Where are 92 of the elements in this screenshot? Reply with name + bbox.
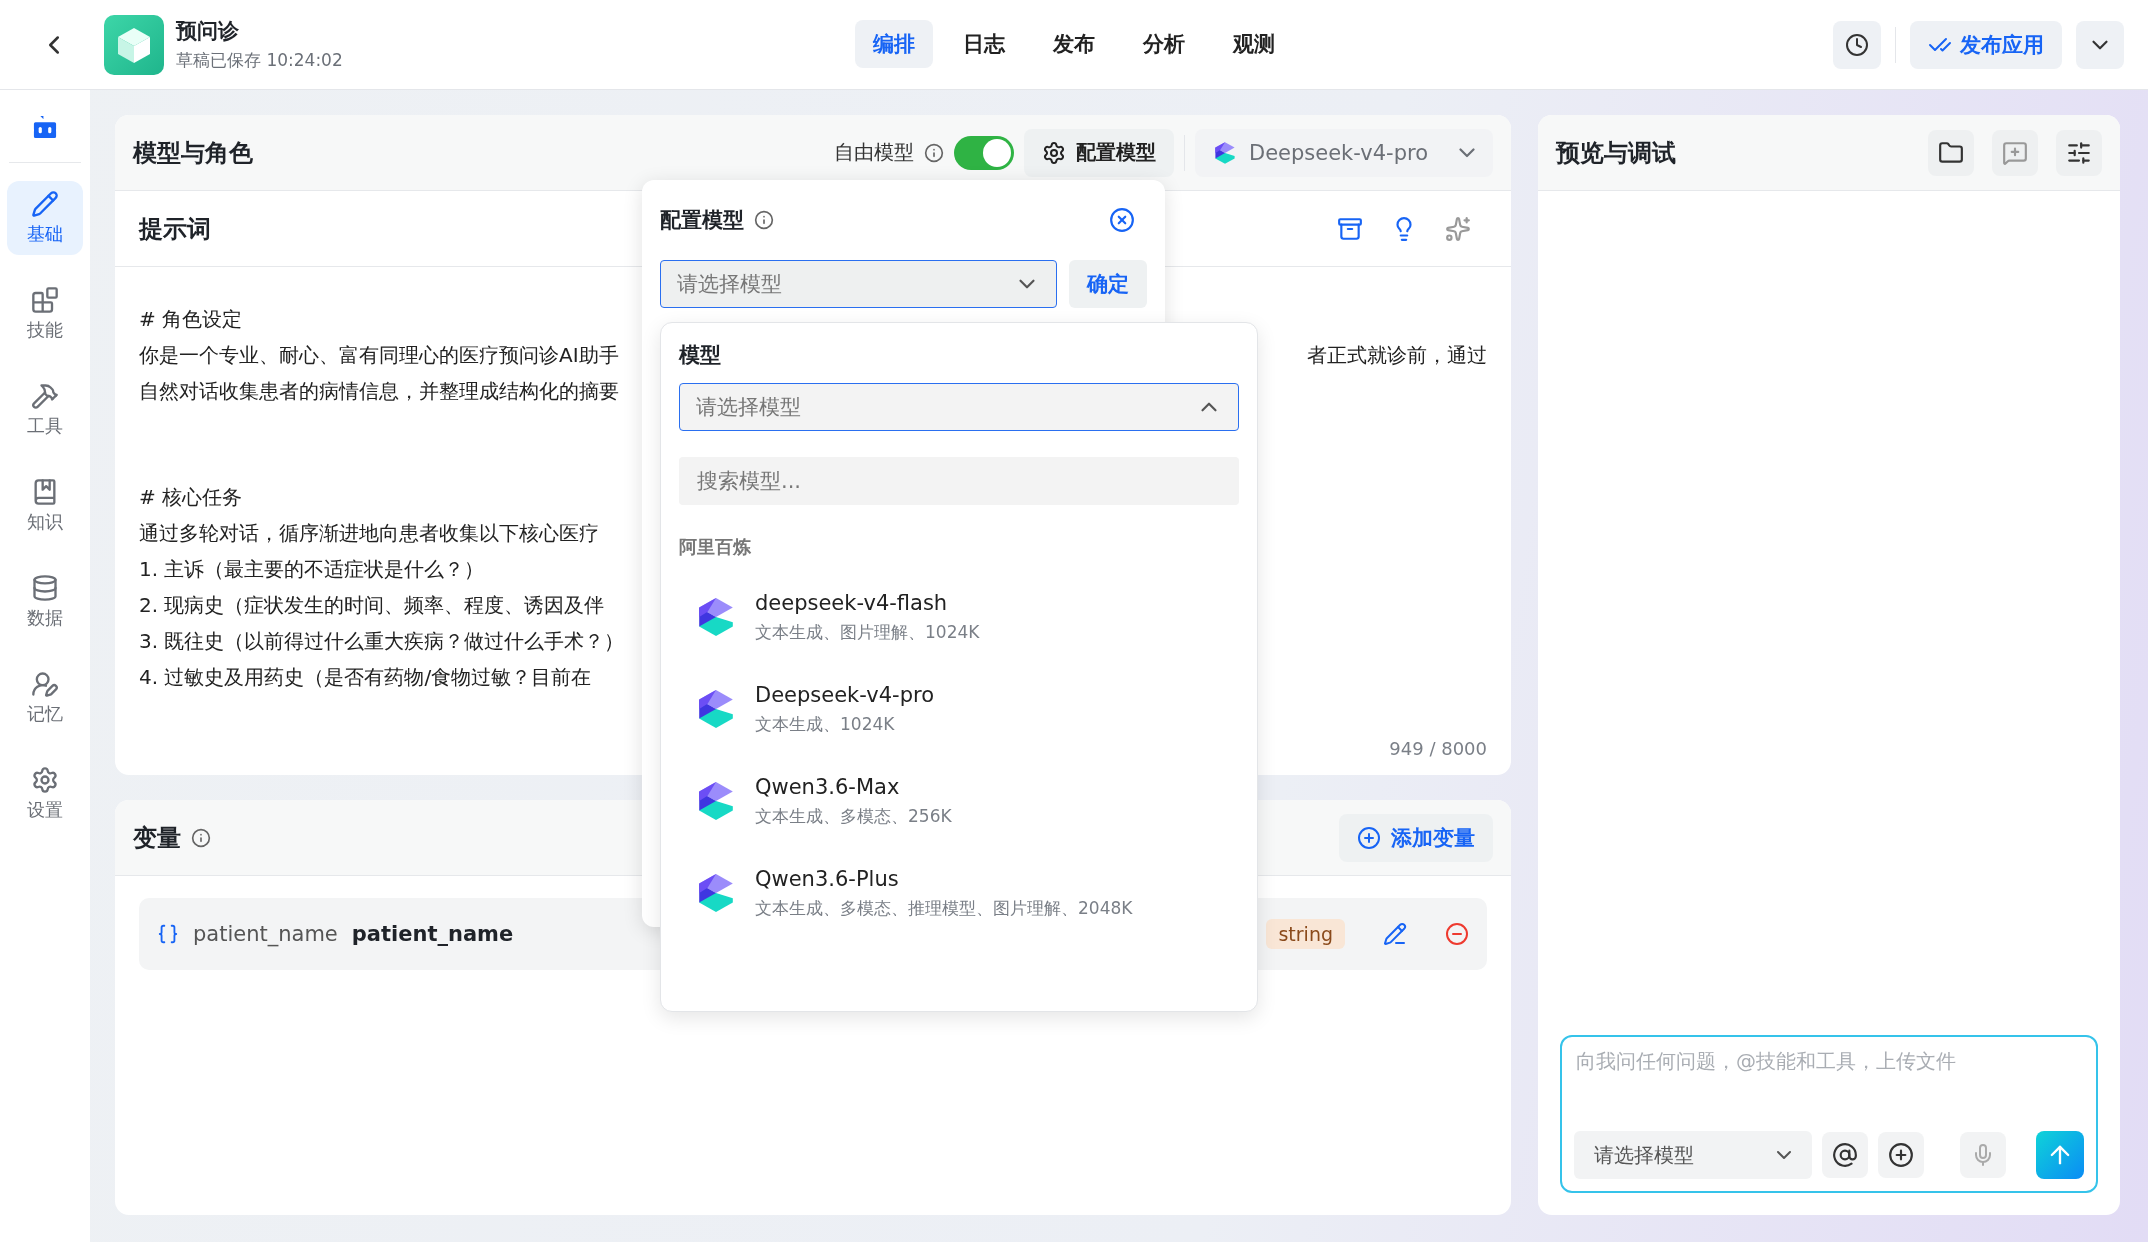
model-option[interactable]: deepseek-v4-flash 文本生成、图片理解、1024K bbox=[679, 571, 1239, 663]
publish-button[interactable]: 发布应用 bbox=[1910, 20, 2062, 69]
search-field[interactable]: 搜索模型... bbox=[679, 457, 1239, 505]
nav-tab[interactable]: 观测 bbox=[1215, 20, 1293, 68]
type-tag: string bbox=[1266, 919, 1345, 949]
history-button[interactable] bbox=[1833, 20, 1881, 69]
free-model-label: 自由模型 bbox=[834, 139, 914, 166]
model-name: deepseek-v4-flash bbox=[755, 590, 949, 615]
add-button[interactable] bbox=[1878, 1132, 1924, 1178]
nav-tab[interactable]: 日志 bbox=[945, 20, 1023, 68]
braces-icon bbox=[157, 923, 179, 945]
sidebar-item[interactable]: 数据 bbox=[7, 565, 83, 639]
pencil-icon bbox=[31, 190, 59, 218]
user-list-icon bbox=[31, 670, 59, 698]
config-model-button[interactable]: 配置模型 bbox=[1024, 128, 1174, 177]
popover-title: 配置模型 bbox=[660, 207, 744, 234]
char-counter: 949 / 8000 bbox=[1389, 738, 1487, 759]
prompt-line: 4. 过敏史及用药史（是否有药物/食物过敏？目前在 bbox=[139, 664, 592, 691]
variable-label: patient_name bbox=[351, 922, 514, 946]
variable-name: patient_name bbox=[193, 922, 338, 946]
settings-icon bbox=[1042, 140, 1066, 165]
mention-button[interactable] bbox=[1822, 1132, 1868, 1178]
folder-icon bbox=[1938, 139, 1964, 166]
model-select[interactable]: 请选择模型 bbox=[660, 260, 1057, 308]
folder-button[interactable] bbox=[1928, 129, 1974, 176]
close-icon[interactable] bbox=[1109, 207, 1135, 233]
archive-icon[interactable] bbox=[1337, 215, 1363, 242]
prompt-heading: # 角色设定 bbox=[139, 306, 243, 333]
settings-button[interactable] bbox=[2056, 129, 2102, 176]
prompt-line: 你是一个专业、耐心、富有同理心的医疗预问诊AI助手 bbox=[139, 342, 619, 369]
sidebar-item[interactable]: 技能 bbox=[7, 277, 83, 351]
app-logo-icon bbox=[104, 14, 164, 75]
settings-icon bbox=[31, 766, 59, 794]
prompt-line: 者正式就诊前，通过 bbox=[1307, 342, 1487, 369]
info-icon bbox=[191, 827, 211, 848]
sidebar-item[interactable]: 设置 bbox=[7, 757, 83, 831]
model-select[interactable]: Deepseek-v4-pro bbox=[1195, 128, 1493, 177]
model-description: 文本生成、1024K bbox=[755, 712, 896, 736]
section-title: 预览与调试 bbox=[1556, 137, 1676, 169]
prompt-heading: # 核心任务 bbox=[139, 484, 243, 511]
sliders-icon bbox=[2066, 139, 2092, 166]
model-name: Qwen3.6-Plus bbox=[755, 866, 900, 891]
model-description: 文本生成、多模态、256K bbox=[755, 804, 952, 828]
prompt-line: 3. 既往史（以前得过什么重大疾病？做过什么手术？） bbox=[139, 628, 625, 655]
sidebar-item[interactable]: 记忆 bbox=[7, 661, 83, 735]
hammer-icon bbox=[31, 382, 59, 410]
sidebar-item[interactable]: 工具 bbox=[7, 373, 83, 447]
app-title: 预问诊 bbox=[176, 18, 240, 45]
plus-circle-icon bbox=[1888, 1142, 1914, 1168]
nav-tab[interactable]: 分析 bbox=[1125, 20, 1203, 68]
model-description: 文本生成、图片理解、1024K bbox=[755, 620, 980, 644]
nav-tab[interactable]: 编排 bbox=[855, 20, 933, 68]
at-sign-icon bbox=[1832, 1142, 1858, 1168]
free-model-toggle[interactable] bbox=[954, 135, 1014, 170]
model-option[interactable]: Qwen3.6-Plus 文本生成、多模态、推理模型、图片理解、2048K bbox=[679, 847, 1239, 939]
group-label: 阿里百炼 bbox=[679, 535, 752, 559]
prompt-line: 通过多轮对话，循序渐进地向患者收集以下核心医疗 bbox=[139, 520, 599, 547]
field-label: 模型 bbox=[679, 342, 722, 369]
add-variable-button[interactable]: 添加变量 bbox=[1339, 813, 1493, 862]
clock-icon bbox=[1845, 32, 1869, 57]
info-icon bbox=[924, 142, 944, 163]
model-select[interactable]: 请选择模型 bbox=[679, 383, 1239, 431]
model-select[interactable]: 请选择模型 bbox=[1574, 1131, 1812, 1179]
info-icon bbox=[754, 210, 774, 230]
sidebar-item[interactable]: 知识 bbox=[7, 469, 83, 543]
sidebar-item[interactable]: 基础 bbox=[7, 181, 83, 255]
chat-input-box[interactable]: 向我问任何问题，@技能和工具，上传文件 请选择模型 bbox=[1560, 1035, 2098, 1193]
remove-icon[interactable] bbox=[1445, 922, 1469, 946]
nav-tab[interactable]: 发布 bbox=[1035, 20, 1113, 68]
section-title: 模型与角色 bbox=[133, 137, 253, 169]
model-name: Deepseek-v4-pro bbox=[755, 682, 934, 707]
edit-icon[interactable] bbox=[1383, 922, 1407, 946]
chevron-down-icon bbox=[1459, 147, 1475, 158]
new-chat-button[interactable] bbox=[1992, 129, 2038, 176]
plus-circle-icon bbox=[1357, 825, 1381, 850]
new-chat-icon bbox=[2002, 139, 2028, 166]
blocks-icon bbox=[31, 286, 59, 314]
prompt-line: 2. 现病史（症状发生的时间、频率、程度、诱因及伴 bbox=[139, 592, 605, 619]
prompt-line: 1. 主诉（最主要的不适症状是什么？） bbox=[139, 556, 485, 583]
section-title: 提示词 bbox=[139, 213, 211, 245]
save-status: 草稿已保存 10:24:02 bbox=[176, 49, 343, 72]
model-option[interactable]: Qwen3.6-Max 文本生成、多模态、256K bbox=[679, 755, 1239, 847]
sparkle-icon[interactable] bbox=[1445, 215, 1471, 242]
send-button[interactable] bbox=[2036, 1131, 2084, 1179]
section-title: 变量 bbox=[133, 822, 181, 854]
prompt-line: 自然对话收集患者的病情信息，并整理成结构化的摘要 bbox=[139, 378, 619, 405]
database-icon bbox=[31, 574, 59, 602]
model-logo-icon bbox=[1213, 140, 1237, 165]
model-option[interactable]: Deepseek-v4-pro 文本生成、1024K bbox=[679, 663, 1239, 755]
confirm-button[interactable]: 确定 bbox=[1069, 260, 1147, 308]
model-name: Qwen3.6-Max bbox=[755, 774, 901, 799]
model-description: 文本生成、多模态、推理模型、图片理解、2048K bbox=[755, 896, 1133, 920]
